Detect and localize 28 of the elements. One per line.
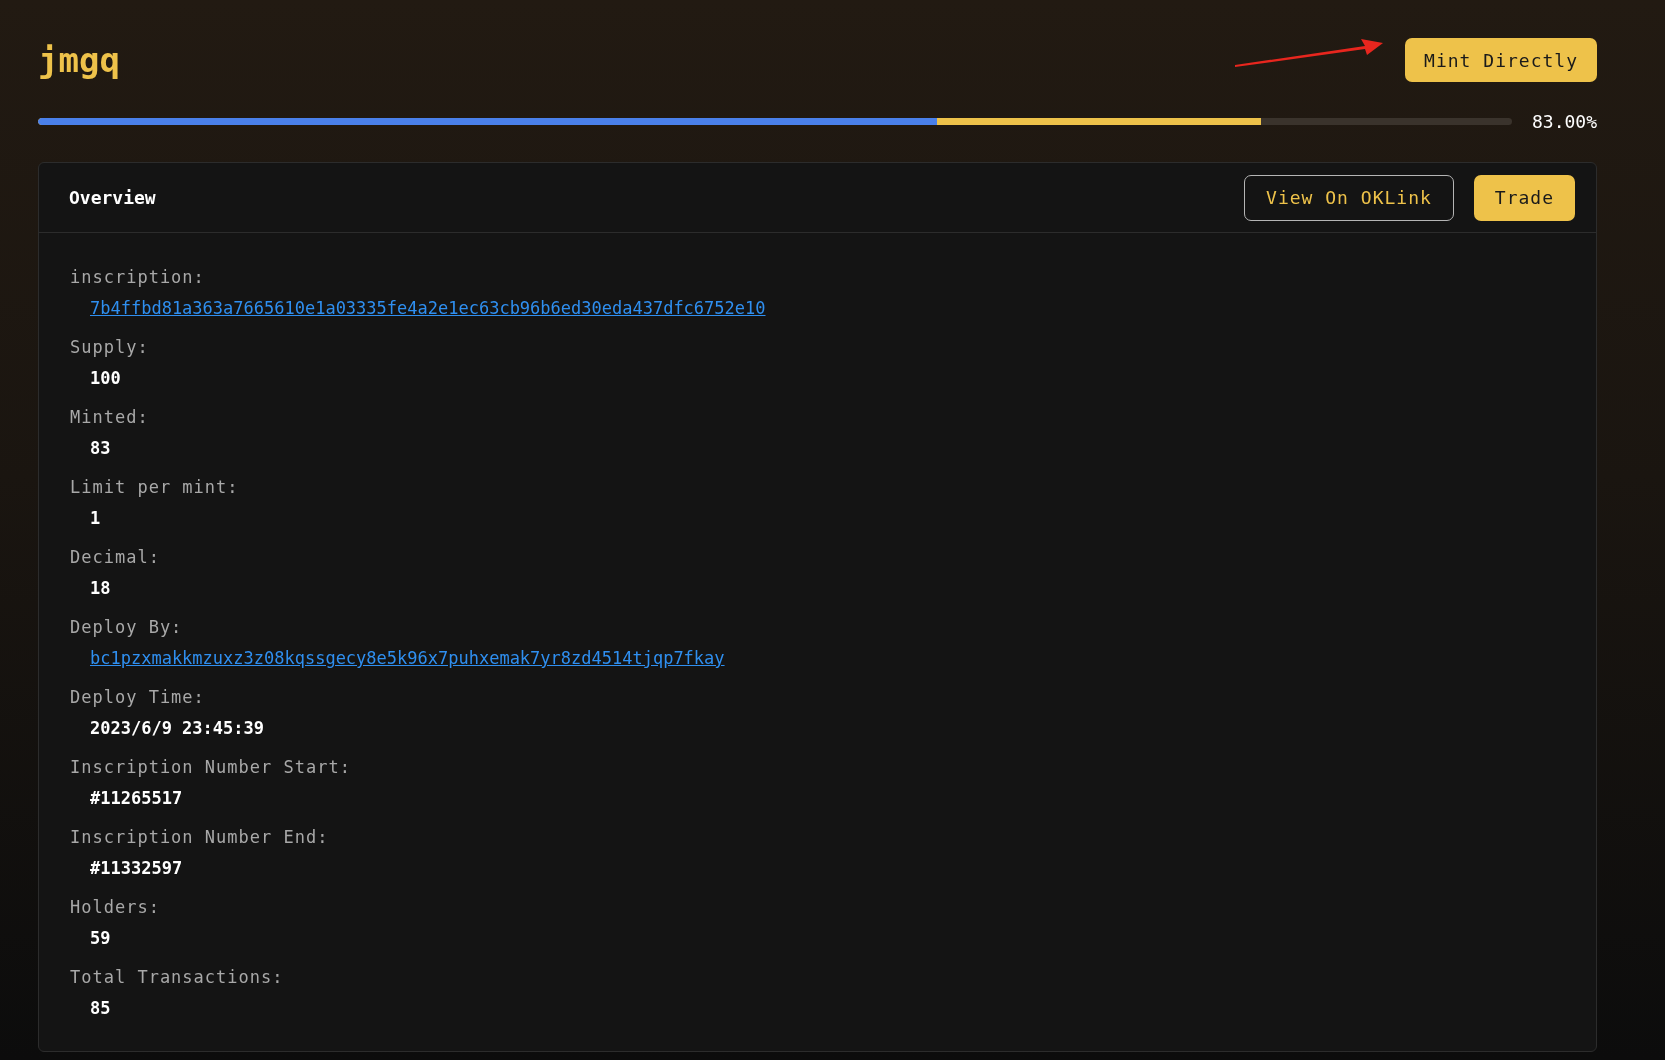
field-value: #11332597	[89, 858, 184, 878]
field-label: Limit per mint:	[70, 477, 240, 497]
field-label: Inscription Number Start:	[70, 757, 352, 777]
field-label: Decimal:	[70, 547, 161, 567]
field-label: Minted:	[70, 407, 150, 427]
field-label: Holders:	[70, 897, 161, 917]
trade-button[interactable]: Trade	[1473, 174, 1575, 221]
field-value: 85	[89, 998, 112, 1018]
field-link[interactable]: 7b4ffbd81a363a7665610e1a03335fe4a2e1ec63cb96b6ed30eda437dfc6752e10	[70, 298, 766, 318]
overview-title: Overview	[69, 187, 156, 208]
token-title: jmgq	[38, 40, 120, 80]
field-label: Inscription Number End:	[70, 827, 330, 847]
field-label: Total Transactions:	[70, 967, 285, 987]
field-label: Supply:	[70, 337, 150, 357]
field-link[interactable]: bc1pzxmakkmzuxz3z08kqssgecy8e5k96x7puhxemak7yr8zd4514tjqp7fkay	[70, 648, 725, 668]
field-value: 2023/6/9 23:45:39	[89, 718, 265, 738]
mint-directly-button[interactable]: Mint Directly	[1405, 38, 1597, 82]
view-on-oklink-button[interactable]: View On OKLink	[1244, 174, 1454, 221]
field-value: 100	[89, 368, 122, 388]
progress-percent: 83.00%	[1531, 111, 1597, 132]
field-value: #11265517	[89, 788, 184, 808]
field-value: 59	[89, 928, 112, 948]
field-value: 83	[89, 438, 112, 458]
field-label: inscription:	[70, 267, 206, 287]
field-value: 1	[89, 508, 102, 528]
field-value: 18	[89, 578, 112, 598]
field-label: Deploy Time:	[70, 687, 206, 707]
field-label: Deploy By:	[70, 617, 184, 637]
